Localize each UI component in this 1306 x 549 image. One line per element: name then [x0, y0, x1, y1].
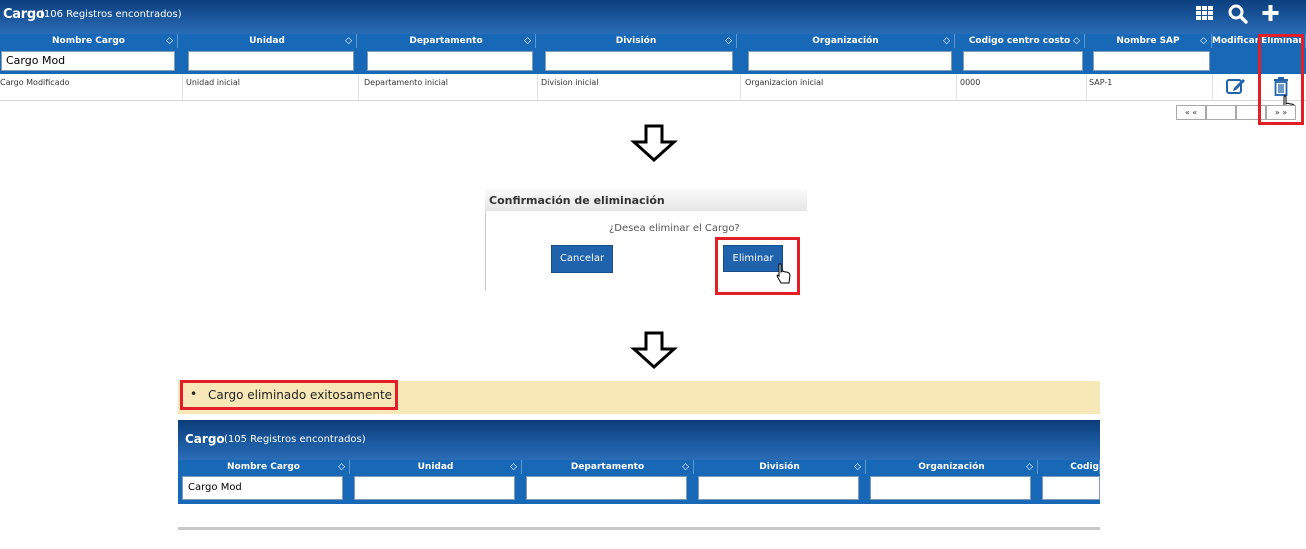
sort-icon: ◇: [943, 36, 950, 46]
col-modificar: Modificar: [1212, 34, 1260, 48]
edit-icon[interactable]: [1225, 76, 1247, 96]
cell-sap: SAP-1: [1089, 78, 1113, 87]
filter-sap-input[interactable]: [1093, 51, 1210, 71]
dialog-title: Confirmación de eliminación: [489, 194, 665, 207]
pager-prev-button[interactable]: [1206, 105, 1236, 120]
cell-departamento: Departamento inicial: [364, 78, 449, 87]
cell-unidad: Unidad inicial: [186, 78, 241, 87]
col-departamento[interactable]: Departamento ◇: [522, 460, 694, 474]
filter-unidad-input[interactable]: [354, 476, 515, 500]
filter-departamento-input[interactable]: [526, 476, 687, 500]
col-unidad[interactable]: Unidad ◇: [350, 460, 522, 474]
col-organizacion[interactable]: Organización ◇: [866, 460, 1038, 474]
sort-icon: ◇: [725, 36, 732, 46]
grid-icon[interactable]: [1194, 3, 1216, 25]
filter-organizacion-input[interactable]: [870, 476, 1031, 500]
col-unidad[interactable]: Unidad ◇: [178, 34, 357, 48]
sort-icon: ◇: [166, 36, 173, 46]
col-departamento[interactable]: Departamento ◇: [357, 34, 536, 48]
col-division[interactable]: División ◇: [536, 34, 737, 48]
cell-nombre-cargo: Cargo Modificado: [0, 78, 70, 87]
col-organizacion[interactable]: Organización ◇: [737, 34, 955, 48]
col-codigo-centro-costo[interactable]: Codigo centro costo ◇: [955, 34, 1085, 48]
dialog-header: Confirmación de eliminación: [485, 189, 807, 211]
bottom-header: Cargo (105 Registros encontrados): [178, 420, 1100, 460]
sort-icon: ◇: [1200, 36, 1207, 46]
page-title: Cargo: [3, 7, 45, 22]
filter-codigo-input[interactable]: [1042, 476, 1100, 500]
divider: [178, 527, 1100, 530]
filter-division-input[interactable]: [545, 51, 733, 71]
sort-icon: ◇: [524, 36, 531, 46]
record-count: (105 Registros encontrados): [224, 434, 366, 445]
cell-codigo: 0000: [960, 78, 981, 87]
page-title: Cargo: [185, 432, 225, 446]
highlight-eliminar-button: [715, 237, 800, 295]
filter-nombre-cargo-input[interactable]: Cargo Mod: [1, 51, 175, 71]
dialog-question: ¿Desea eliminar el Cargo?: [609, 223, 740, 234]
filter-nombre-cargo-input[interactable]: Cargo Mod: [182, 476, 343, 500]
col-codigo[interactable]: Codig: [1038, 460, 1100, 474]
success-message: Cargo eliminado exitosamente: [208, 388, 393, 402]
cell-organizacion: Organizacion inicial: [745, 78, 824, 87]
cancel-button[interactable]: Cancelar: [551, 245, 613, 273]
sort-icon: ◇: [1073, 36, 1080, 46]
filter-organizacion-input[interactable]: [748, 51, 952, 71]
col-nombre-cargo[interactable]: Nombre Cargo ◇: [178, 460, 350, 474]
sort-icon: ◇: [345, 36, 352, 46]
cell-division: Division inicial: [541, 78, 599, 87]
plus-icon[interactable]: [1260, 3, 1282, 25]
search-icon[interactable]: [1227, 3, 1249, 25]
pager-first-button[interactable]: « «: [1176, 105, 1206, 120]
col-nombre-cargo[interactable]: Nombre Cargo ◇: [0, 34, 178, 48]
col-division[interactable]: División ◇: [694, 460, 866, 474]
filter-division-input[interactable]: [698, 476, 859, 500]
col-nombre-sap[interactable]: Nombre SAP ◇: [1085, 34, 1212, 48]
filter-unidad-input[interactable]: [188, 51, 354, 71]
filter-codigo-input[interactable]: [963, 51, 1083, 71]
highlight-eliminar-column: [1258, 34, 1304, 125]
down-arrow-icon: [630, 331, 678, 369]
record-count: (106 Registros encontrados): [40, 9, 182, 20]
bullet: •: [190, 387, 198, 401]
top-header: Cargo (106 Registros encontrados): [0, 0, 1306, 34]
filter-departamento-input[interactable]: [367, 51, 533, 71]
down-arrow-icon: [630, 124, 678, 162]
